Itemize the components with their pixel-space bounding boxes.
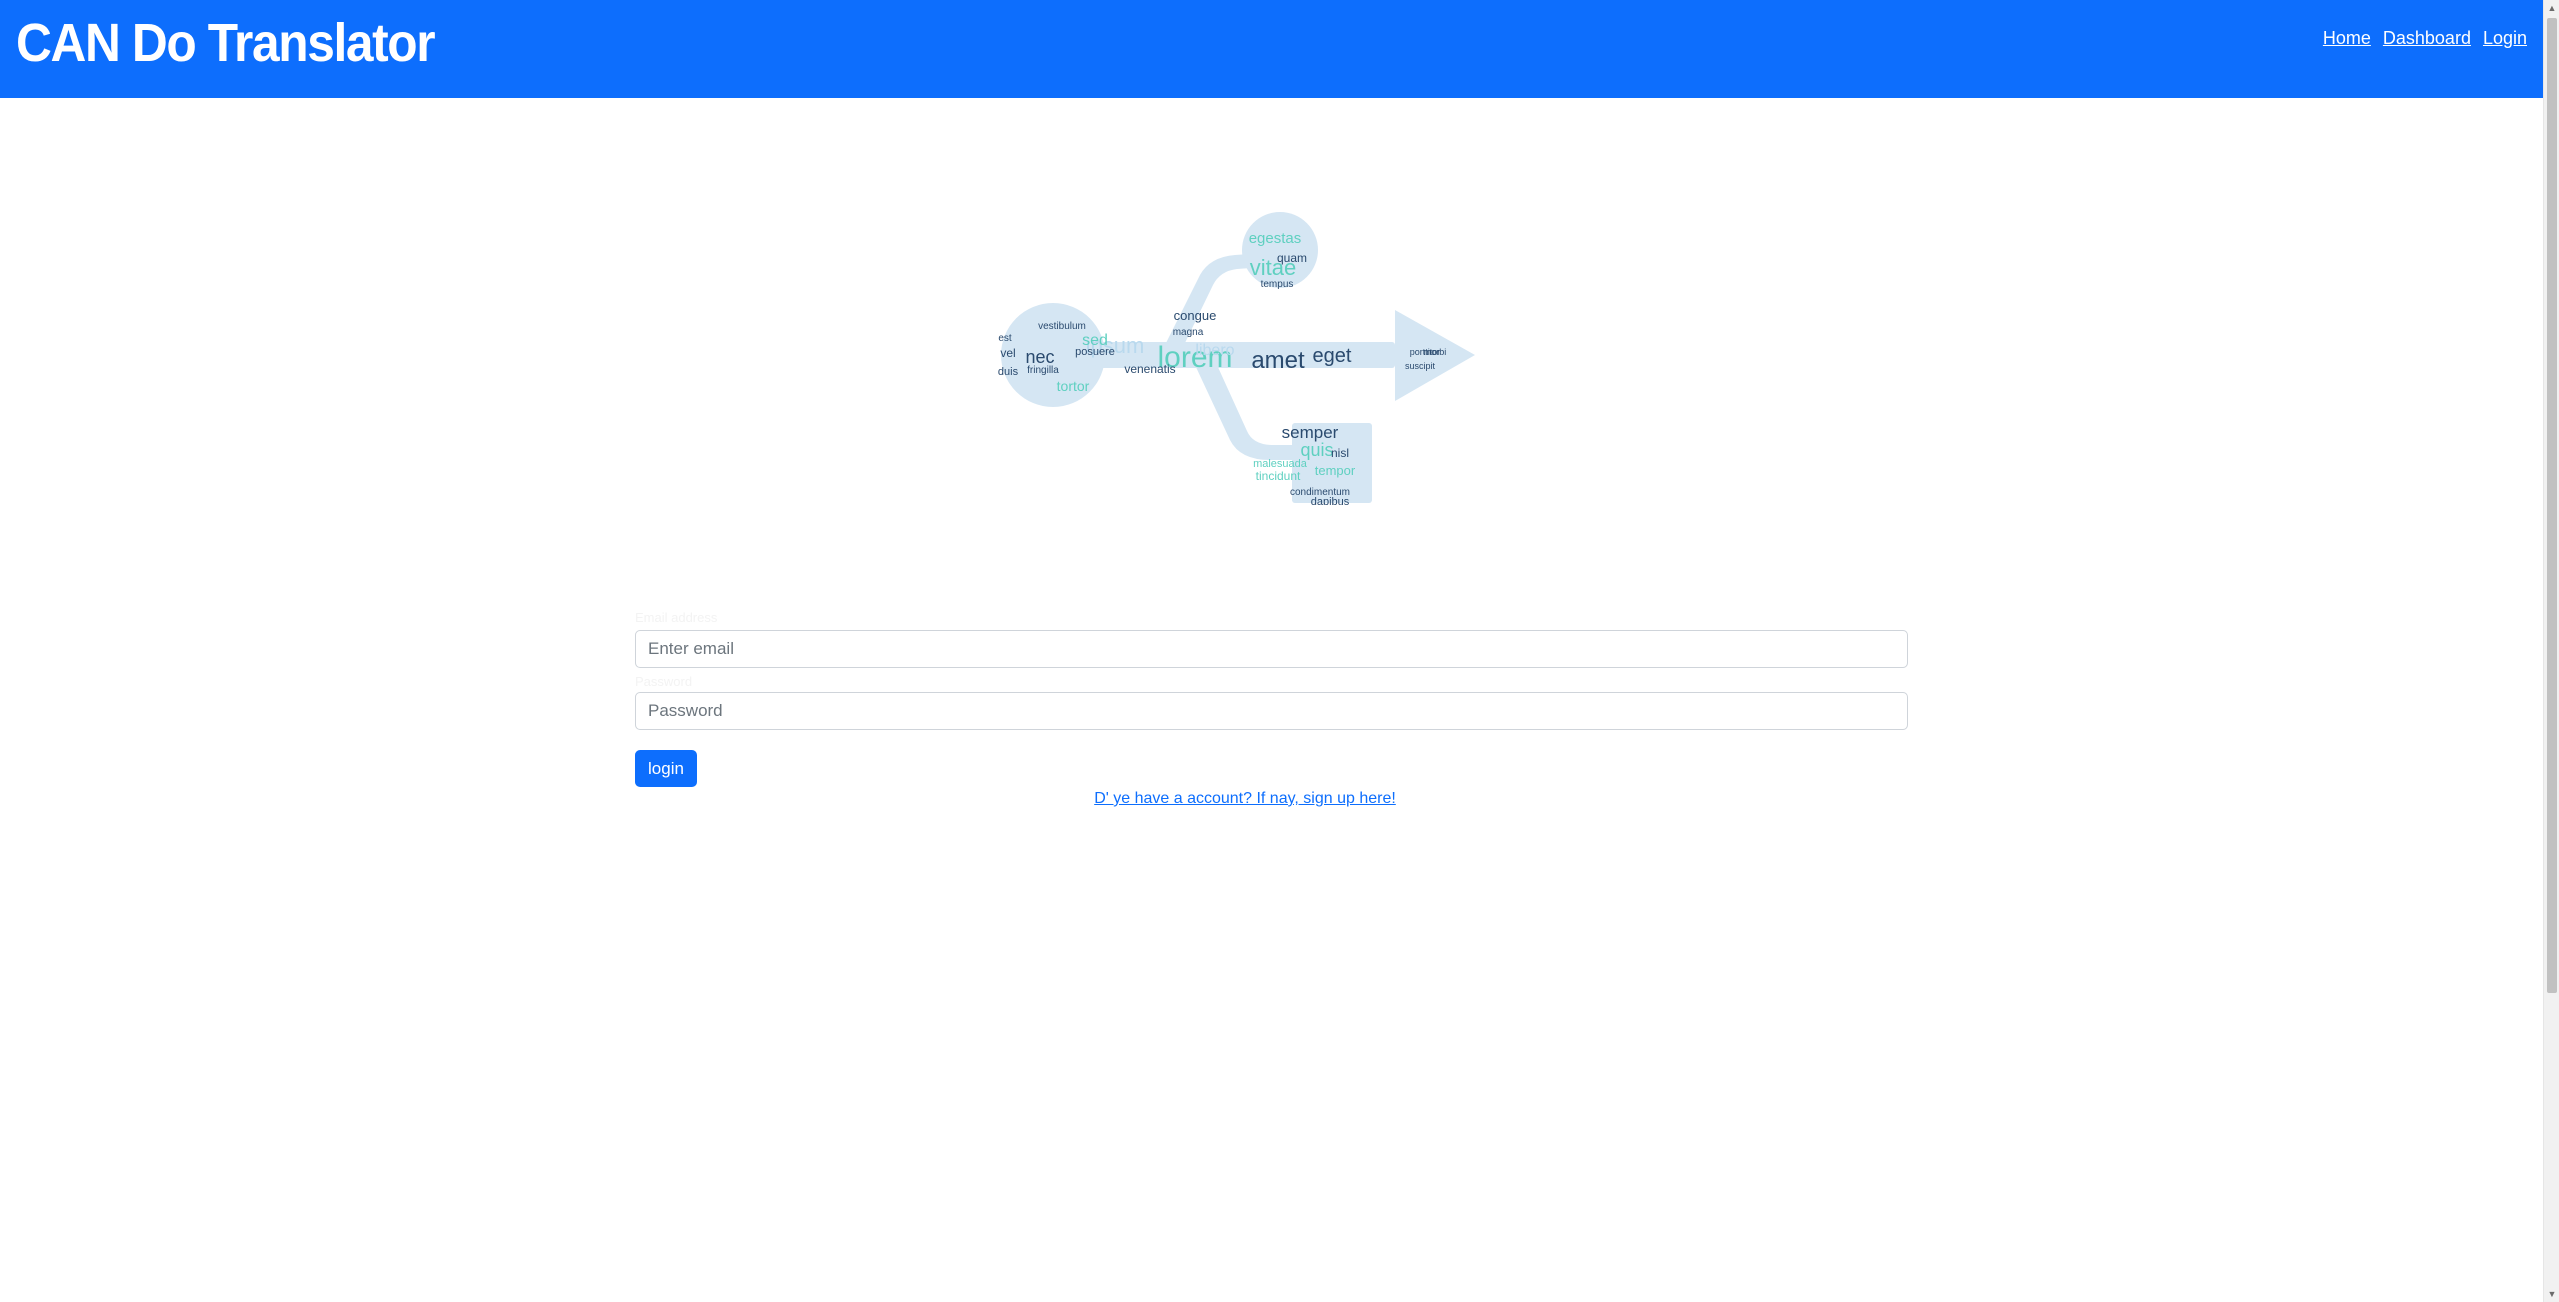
nav-login-link[interactable]: Login <box>2483 28 2527 49</box>
scroll-down-arrow-icon[interactable]: ▼ <box>2544 1286 2559 1302</box>
nav-dashboard-link[interactable]: Dashboard <box>2383 28 2471 49</box>
login-button[interactable]: login <box>635 750 697 787</box>
cloud-word: nec <box>1025 347 1054 367</box>
top-navbar: CAN Do Translator Home Dashboard Login <box>0 0 2543 98</box>
cloud-word: suscipit <box>1405 361 1436 371</box>
cloud-word: condimentum <box>1290 487 1350 498</box>
cloud-word: posuere <box>1075 346 1115 358</box>
scroll-thumb[interactable] <box>2547 18 2557 993</box>
nav-home-link[interactable]: Home <box>2323 28 2371 49</box>
cloud-word: quis <box>1300 440 1333 460</box>
cloud-word: egestas <box>1249 230 1302 247</box>
cloud-word: tempus <box>1261 279 1294 290</box>
cloud-word: fringilla <box>1027 365 1059 376</box>
cloud-word: malesuada <box>1253 458 1308 470</box>
brand-title[interactable]: CAN Do Translator <box>16 12 436 74</box>
cloud-word: tempor <box>1315 463 1356 478</box>
cloud-word: nisl <box>1331 446 1349 460</box>
nav-links: Home Dashboard Login <box>2323 28 2527 49</box>
scroll-up-arrow-icon[interactable]: ▲ <box>2544 0 2559 16</box>
password-input[interactable] <box>635 692 1908 730</box>
cloud-word: duis <box>998 366 1019 378</box>
cloud-word: morbi <box>1424 347 1447 357</box>
cloud-word: eget <box>1313 345 1352 367</box>
email-label: Email address <box>635 610 718 625</box>
cloud-word: est <box>998 333 1012 344</box>
cloud-word: vestibulum <box>1038 321 1086 332</box>
cloud-word: venenatis <box>1124 362 1175 376</box>
email-input[interactable] <box>635 630 1908 668</box>
cloud-word: vel <box>1000 346 1015 360</box>
cloud-word: magna <box>1173 327 1204 338</box>
cloud-word: amet <box>1251 347 1305 374</box>
cloud-word: quam <box>1277 251 1307 265</box>
cloud-word: congue <box>1174 308 1217 323</box>
usb-word-cloud-icon: lorem amet eget ipsum nec vitae egestas quam sem… <box>995 205 1485 508</box>
cloud-word: libero <box>1195 342 1234 359</box>
cloud-word: tortor <box>1057 378 1090 394</box>
password-label: Password <box>635 674 693 689</box>
cloud-word: tincidunt <box>1256 469 1301 483</box>
signup-link[interactable]: D' ye have a account? If nay, sign up he… <box>635 790 1855 808</box>
page-scrollbar[interactable]: ▲ ▼ <box>2543 0 2559 1302</box>
